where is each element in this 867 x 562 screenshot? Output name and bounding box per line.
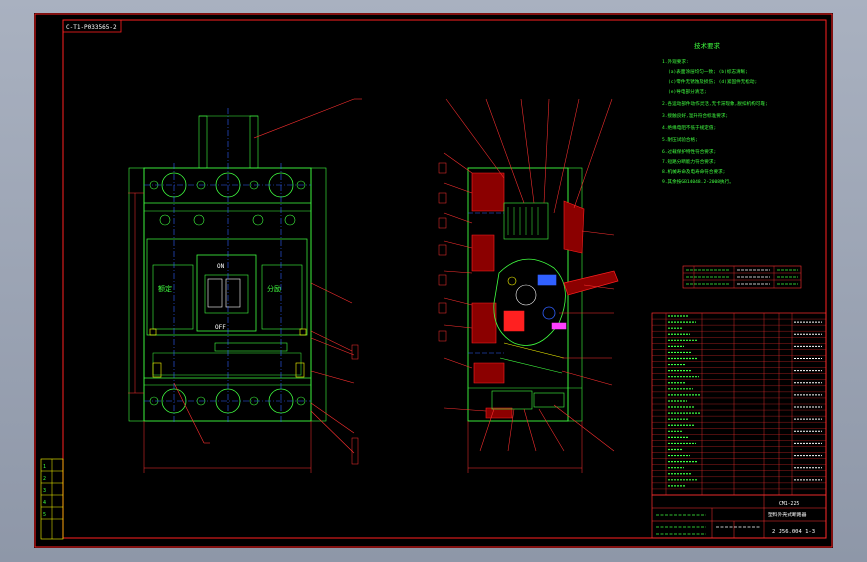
svg-text:6.过载保护特性符合要求;: 6.过载保护特性符合要求; bbox=[662, 148, 716, 155]
front-dimension-bracket bbox=[351, 344, 359, 465]
title-block: CM1-225 塑料外壳式断路器 2 J56.004 1-3 bbox=[651, 494, 827, 539]
svg-text:(c)零件无锈蚀及损伤; (d)紧固件无松动;: (c)零件无锈蚀及损伤; (d)紧固件无松动; bbox=[668, 78, 757, 85]
svg-text:4: 4 bbox=[43, 500, 46, 506]
revision-table bbox=[682, 265, 802, 289]
outer-frame bbox=[34, 13, 833, 548]
drawing-number: 2 J56.004 1-3 bbox=[772, 529, 815, 535]
svg-text:7.短路分断能力符合要求;: 7.短路分断能力符合要求; bbox=[662, 158, 716, 165]
model-number: CM1-225 bbox=[779, 501, 799, 507]
drawing-name: 塑料外壳式断路器 bbox=[768, 511, 807, 518]
title-tag: C-T1-P033565-2 bbox=[66, 24, 117, 31]
section-view bbox=[467, 167, 619, 473]
cad-drawing: C-T1-P033565-2 1 2 3 4 5 额定 分励 ON OFF 技术… bbox=[34, 13, 833, 548]
svg-text:(e)导电部分清洁;: (e)导电部分清洁; bbox=[668, 88, 707, 95]
parts-list bbox=[651, 312, 827, 496]
tech-requirements: 技术要求 1.外观要求: (a)表面涂层均匀一致; (b)标志清晰; (c)零件… bbox=[662, 41, 768, 185]
svg-text:(a)表面涂层均匀一致; (b)标志清晰;: (a)表面涂层均匀一致; (b)标志清晰; bbox=[668, 68, 748, 75]
svg-text:8.机械寿命及电寿命符合要求;: 8.机械寿命及电寿命符合要求; bbox=[662, 168, 725, 175]
tech-heading: 技术要求 bbox=[694, 41, 721, 50]
section-leaders bbox=[443, 98, 615, 452]
svg-text:5: 5 bbox=[43, 512, 46, 518]
front-right-label: 分励 bbox=[267, 284, 281, 293]
inner-frame bbox=[62, 19, 827, 539]
section-balloons bbox=[438, 162, 447, 342]
drawing-sheet: C-T1-P033565-2 1 2 3 4 5 额定 分励 ON OFF 技术… bbox=[34, 13, 833, 548]
svg-text:1.外观要求:: 1.外观要求: bbox=[662, 58, 689, 65]
front-leaders bbox=[173, 98, 362, 454]
svg-text:2.各运动部件动作灵活,无卡滞现象,脱扣机构可靠;: 2.各运动部件动作灵活,无卡滞现象,脱扣机构可靠; bbox=[662, 100, 768, 107]
side-table: 1 2 3 4 5 bbox=[40, 458, 64, 540]
cad-viewport: C-T1-P033565-2 1 2 3 4 5 额定 分励 ON OFF 技术… bbox=[0, 0, 867, 562]
svg-text:3: 3 bbox=[43, 488, 46, 494]
front-off-label: OFF bbox=[215, 324, 226, 331]
front-on-label: ON bbox=[217, 263, 225, 270]
svg-text:5.耐压试验合格;: 5.耐压试验合格; bbox=[662, 136, 698, 143]
svg-text:1: 1 bbox=[43, 464, 46, 470]
svg-text:9.其余按GB14048.2-2008执行。: 9.其余按GB14048.2-2008执行。 bbox=[662, 178, 734, 185]
front-left-label: 额定 bbox=[158, 284, 172, 293]
front-view: 额定 分励 ON OFF bbox=[128, 108, 327, 473]
svg-text:2: 2 bbox=[43, 476, 46, 482]
svg-text:3.接触良好,温升符合标准要求;: 3.接触良好,温升符合标准要求; bbox=[662, 112, 728, 119]
svg-text:4.绝缘电阻不低于规定值;: 4.绝缘电阻不低于规定值; bbox=[662, 124, 716, 131]
